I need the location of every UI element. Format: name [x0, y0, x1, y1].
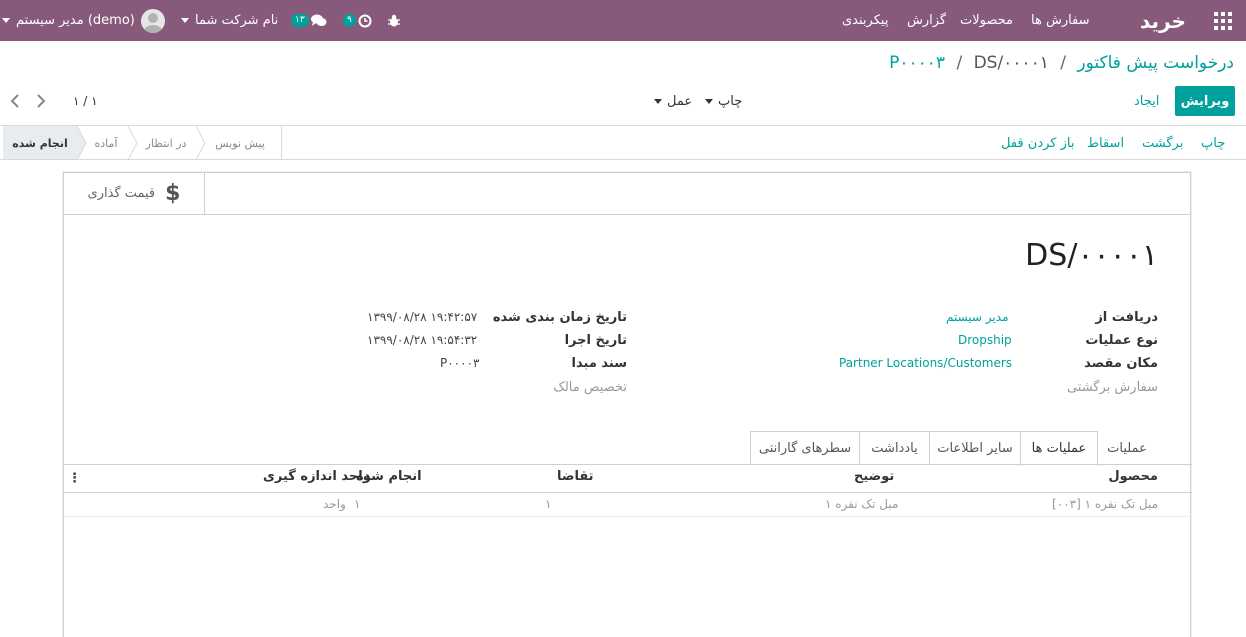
breadcrumb: درخواست پیش فاکتور / P۰۰۰۰۳ / DS/۰۰۰۰۱	[889, 53, 1234, 73]
tab-note[interactable]: یادداشت	[859, 431, 930, 465]
stage-done[interactable]: انجام شده	[3, 126, 77, 160]
menu-reporting[interactable]: گزارش	[907, 0, 946, 41]
user-caret-icon	[2, 18, 10, 23]
tab-additional-info[interactable]: سایر اطلاعات	[929, 431, 1021, 465]
chat-icon	[310, 14, 327, 26]
stage-draft[interactable]: پیش نویس	[208, 126, 272, 160]
table-row	[64, 516, 1192, 517]
optional-columns-icon[interactable]: ⋮	[68, 471, 81, 486]
stage-waiting[interactable]: در انتظار	[140, 126, 192, 160]
edit-button[interactable]: ویرایش	[1175, 86, 1235, 116]
notebook-tabs: عملیات عملیات ها سایر اطلاعات یادداشت سط…	[64, 431, 1192, 466]
column-header-description[interactable]: توضیح	[854, 469, 894, 484]
effective-date-value: ۱۳۹۹/۰۸/۲۸ ۱۹:۵۴:۳۲	[367, 333, 478, 347]
partner-label: دریافت از	[1095, 310, 1158, 325]
pager-next-icon[interactable]	[34, 92, 52, 110]
statusbar-divider	[0, 159, 1246, 160]
breadcrumb-sep: /	[956, 53, 963, 73]
operation-type-label: نوع عملیات	[1085, 333, 1158, 348]
scrap-button[interactable]: اسقاط	[1087, 126, 1124, 160]
tabs-divider	[64, 464, 1192, 465]
apps-menu-icon[interactable]	[1214, 0, 1236, 41]
chat-count-badge: ۱۳	[291, 14, 309, 27]
breadcrumb-sep: /	[1060, 53, 1066, 73]
destination-value[interactable]: Partner Locations/Customers	[839, 356, 1012, 370]
create-button[interactable]: ایجاد	[1134, 86, 1159, 116]
valuation-label: قیمت گذاری	[87, 186, 156, 201]
status-stages: انجام شده آماده در انتظار پیش نویس	[0, 126, 282, 160]
print-dropdown[interactable]: چاپ	[705, 86, 742, 116]
button-box-divider	[205, 214, 1191, 215]
tab-operations[interactable]: عملیات	[1097, 431, 1157, 465]
operation-type-value[interactable]: Dropship	[958, 333, 1012, 347]
valuation-button[interactable]: قیمت گذاری $	[64, 173, 205, 215]
destination-label: مکان مقصد	[1084, 356, 1158, 371]
unlock-button[interactable]: باز کردن قفل	[1001, 126, 1074, 160]
row-demand[interactable]: ۱	[545, 497, 551, 511]
menu-orders[interactable]: سفارش ها	[1031, 0, 1090, 41]
breadcrumb-rfq[interactable]: درخواست پیش فاکتور	[1077, 53, 1234, 73]
company-caret-icon	[181, 18, 189, 23]
menu-products[interactable]: محصولات	[960, 0, 1013, 41]
owner-label: تخصیص مالک	[553, 380, 627, 395]
clock-icon	[358, 14, 372, 27]
table-header-divider	[64, 492, 1192, 493]
scheduled-date-value: ۱۳۹۹/۰۸/۲۸ ۱۹:۴۲:۵۷	[367, 310, 478, 324]
debug-bug-icon[interactable]	[388, 0, 400, 41]
breadcrumb-order[interactable]: P۰۰۰۰۳	[889, 53, 945, 73]
chat-systray[interactable]: ۱۳	[291, 0, 327, 41]
user-name: مدیر سیستم (demo)	[16, 13, 135, 28]
stage-arrow-icon	[196, 126, 206, 160]
row-done[interactable]: ۱	[354, 497, 360, 511]
column-header-product[interactable]: محصول	[1108, 469, 1158, 484]
source-document-label: سند مبدا	[571, 356, 627, 371]
effective-date-label: تاریخ اجرا	[564, 333, 627, 348]
backorder-label: سفارش برگشتی	[1066, 380, 1158, 395]
pager-previous-icon[interactable]	[8, 92, 26, 110]
source-document-value: P۰۰۰۰۳	[440, 356, 480, 370]
stage-arrow-icon	[128, 126, 138, 160]
stage-ready[interactable]: آماده	[86, 126, 126, 160]
print-caret-icon	[705, 98, 713, 104]
return-button[interactable]: برگشت	[1142, 126, 1183, 160]
user-menu[interactable]: مدیر سیستم (demo)	[2, 0, 165, 41]
menu-configuration[interactable]: پیکربندی	[842, 0, 888, 41]
partner-value[interactable]: مدیر سیستم	[946, 310, 1009, 324]
pager-value[interactable]: ۱ / ۱	[73, 86, 98, 116]
row-description[interactable]: مبل تک نفره ۱	[825, 497, 898, 511]
form-sheet: قیمت گذاری $ DS/۰۰۰۰۱ دریافت از مدیر سیس…	[63, 172, 1192, 637]
tab-detailed-operations[interactable]: عملیات ها	[1020, 431, 1098, 466]
activity-systray[interactable]: ۹	[343, 0, 372, 41]
column-header-uom[interactable]: واحد اندازه گیری	[263, 469, 371, 484]
company-switcher[interactable]: نام شرکت شما	[181, 0, 278, 41]
dollar-icon: $	[165, 181, 181, 206]
action-dropdown-label: عمل	[667, 93, 693, 109]
row-product[interactable]: [۰۰۳] مبل تک نفره ۱	[1052, 497, 1158, 511]
scheduled-date-label: تاریخ زمان بندی شده	[492, 310, 627, 325]
activity-count-badge: ۹	[343, 14, 356, 27]
print-dropdown-label: چاپ	[718, 93, 743, 109]
app-title[interactable]: خرید	[1140, 0, 1186, 41]
column-header-demand[interactable]: تقاضا	[557, 469, 594, 484]
action-dropdown[interactable]: عمل	[654, 86, 692, 116]
company-name: نام شرکت شما	[195, 13, 279, 28]
tab-warranty-lines[interactable]: سطرهای گارانتی	[750, 431, 860, 465]
print-button[interactable]: چاپ	[1201, 126, 1225, 160]
avatar	[140, 8, 165, 33]
breadcrumb-current: DS/۰۰۰۰۱	[973, 53, 1049, 73]
action-caret-icon	[654, 98, 662, 104]
row-uom[interactable]: واحد	[323, 497, 346, 511]
top-navbar: خرید سفارش ها محصولات گزارش پیکربندی مدی…	[0, 0, 1246, 41]
document-name: DS/۰۰۰۰۱	[1025, 238, 1158, 273]
